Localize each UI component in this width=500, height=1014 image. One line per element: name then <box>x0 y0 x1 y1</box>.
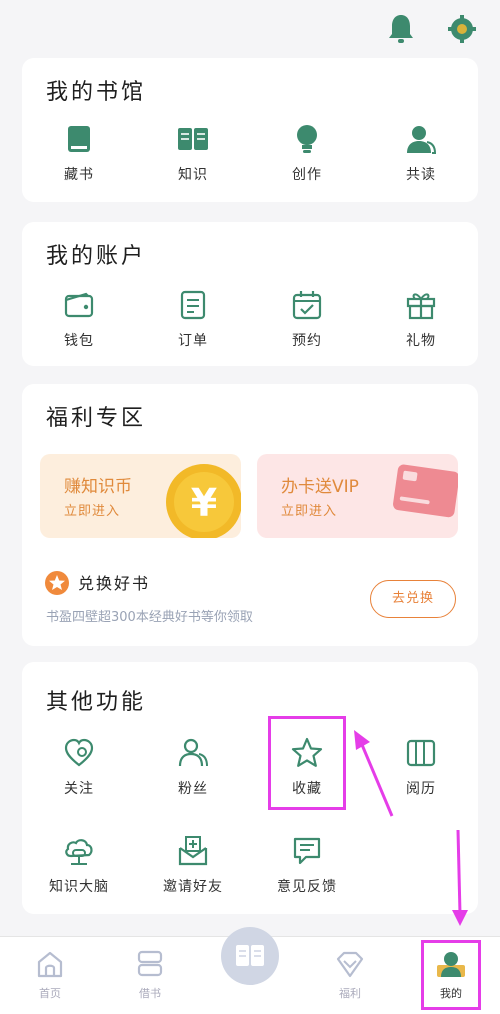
other-item-label: 知识大脑 <box>49 879 109 895</box>
library-item-label: 知识 <box>178 167 208 183</box>
library-item-coread[interactable]: 共读 <box>371 122 471 184</box>
annotation-arrow-icon <box>354 730 394 817</box>
feedback-icon <box>293 837 321 865</box>
diamond-icon <box>336 951 364 978</box>
account-card: 我的账户 钱包 订单 预约 礼物 <box>22 222 478 366</box>
nav-welfare[interactable]: 福利 <box>315 949 385 1001</box>
library-item-label: 藏书 <box>64 167 94 183</box>
other-item-label: 关注 <box>64 781 94 797</box>
promo-vip-subtitle: 立即进入 <box>281 504 338 519</box>
other-item-invite-friends[interactable]: 邀请好友 <box>143 834 243 896</box>
other-item-fans[interactable]: 粉丝 <box>143 736 243 798</box>
promo-earn-coins[interactable]: 赚知识币 立即进入 ¥ <box>40 454 241 538</box>
annotation-arrow-down-icon <box>452 830 468 926</box>
nav-borrow[interactable]: 借书 <box>115 949 185 1001</box>
exchange-description: 书盈四壁超300本经典好书等你领取 <box>46 610 253 625</box>
other-functions-card: 其他功能 关注 粉丝 收藏 阅历 知识大脑 邀请好友 意见反馈 <box>22 662 478 914</box>
welfare-card: 福利专区 赚知识币 立即进入 ¥ 办卡送VIP 立即进入 兑换好书 书盈四壁超3… <box>22 384 478 646</box>
borrow-icon <box>137 950 163 977</box>
promo-card-vip[interactable]: 办卡送VIP 立即进入 <box>257 454 458 538</box>
svg-text:¥: ¥ <box>191 481 217 525</box>
home-icon <box>37 951 63 978</box>
history-icon <box>406 739 436 767</box>
cloud-icon <box>65 839 93 865</box>
settings-gear-icon[interactable] <box>447 12 477 46</box>
promo-coin-title: 赚知识币 <box>64 477 132 497</box>
account-item-gift[interactable]: 礼物 <box>371 288 471 350</box>
order-icon <box>180 290 206 320</box>
other-item-follow[interactable]: 关注 <box>29 736 129 798</box>
annotation-highlight-profile <box>421 940 481 1010</box>
open-book-icon <box>178 128 208 150</box>
yuan-coin-icon: ¥ <box>166 464 241 538</box>
other-item-label: 邀请好友 <box>163 879 223 895</box>
library-item-create[interactable]: 创作 <box>257 122 357 184</box>
account-item-orders[interactable]: 订单 <box>143 288 243 350</box>
nav-label: 首页 <box>39 987 61 1000</box>
account-item-label: 订单 <box>178 333 208 349</box>
library-item-collection[interactable]: 藏书 <box>29 122 129 184</box>
account-title: 我的账户 <box>46 244 147 269</box>
other-item-label: 意见反馈 <box>277 879 337 895</box>
welfare-title: 福利专区 <box>46 406 147 431</box>
invite-icon <box>178 836 208 866</box>
nav-label: 福利 <box>339 987 361 1000</box>
heart-icon <box>64 738 94 767</box>
other-functions-title: 其他功能 <box>46 690 147 715</box>
other-item-knowledge-brain[interactable]: 知识大脑 <box>29 834 129 896</box>
nav-home[interactable]: 首页 <box>15 949 85 1001</box>
library-item-knowledge[interactable]: 知识 <box>143 122 243 184</box>
account-item-label: 钱包 <box>64 333 94 349</box>
book-icon <box>68 126 90 152</box>
lightbulb-icon <box>297 125 317 153</box>
other-item-label: 粉丝 <box>178 781 208 797</box>
gift-icon <box>406 293 436 320</box>
fans-icon <box>178 738 208 767</box>
library-card: 我的书馆 藏书 知识 创作 共读 <box>22 58 478 202</box>
annotation-highlight-favorites <box>268 716 346 810</box>
star-badge-icon <box>45 571 69 595</box>
exchange-button[interactable]: 去兑换 <box>370 580 456 618</box>
users-icon <box>407 126 437 154</box>
nav-reader-button[interactable] <box>221 927 279 985</box>
library-item-label: 创作 <box>292 167 322 183</box>
account-item-label: 预约 <box>292 333 322 349</box>
top-bar <box>0 0 500 58</box>
account-item-reservation[interactable]: 预约 <box>257 288 357 350</box>
library-title: 我的书馆 <box>46 80 147 105</box>
wallet-icon <box>64 292 94 318</box>
account-item-label: 礼物 <box>406 333 436 349</box>
vip-card-icon <box>393 464 458 518</box>
exchange-title: 兑换好书 <box>78 574 151 593</box>
promo-coin-subtitle: 立即进入 <box>64 504 121 519</box>
account-item-wallet[interactable]: 钱包 <box>29 288 129 350</box>
promo-vip-title: 办卡送VIP <box>281 477 359 497</box>
bell-icon[interactable] <box>386 12 416 46</box>
reader-icon <box>236 945 264 966</box>
calendar-icon <box>292 291 322 320</box>
nav-label: 借书 <box>139 987 161 1000</box>
library-item-label: 共读 <box>406 167 436 183</box>
other-item-feedback[interactable]: 意见反馈 <box>257 834 357 896</box>
